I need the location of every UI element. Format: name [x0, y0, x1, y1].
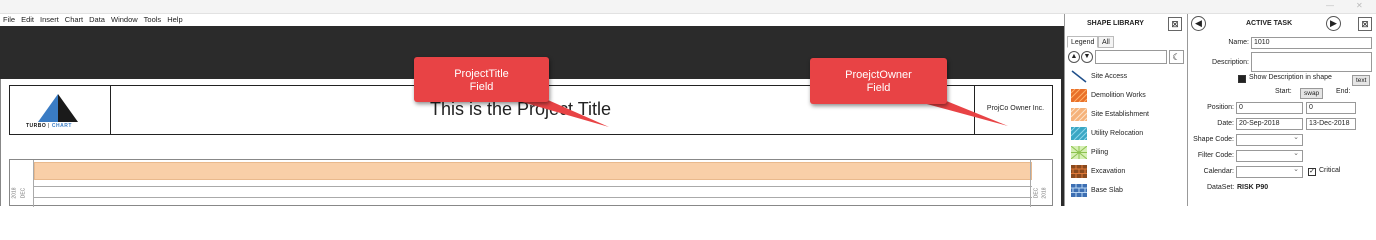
- menu-insert[interactable]: Insert: [37, 14, 62, 26]
- menu-data[interactable]: Data: [86, 14, 108, 26]
- logo-text: TURBO | CHART: [26, 123, 72, 129]
- shape-item-site-access[interactable]: Site Access: [1071, 69, 1185, 85]
- position-start-input[interactable]: 0: [1236, 102, 1303, 114]
- description-label: Description:: [1212, 59, 1249, 66]
- shape-item-site-establishment[interactable]: Site Establishment: [1071, 107, 1185, 123]
- gantt-area: 2018 DEC DEC 2018: [9, 159, 1053, 207]
- next-task-icon[interactable]: ▶: [1326, 16, 1341, 31]
- tab-all[interactable]: All: [1098, 36, 1114, 48]
- show-description-label: Show Description in shape: [1249, 74, 1332, 81]
- swap-button[interactable]: swap: [1300, 88, 1324, 99]
- shape-item-excavation[interactable]: Excavation: [1071, 164, 1185, 180]
- menu-chart[interactable]: Chart: [62, 14, 86, 26]
- project-owner-callout: ProejctOwner Field: [810, 58, 947, 104]
- up-arrow-icon[interactable]: ▲: [1068, 51, 1080, 63]
- end-label: End:: [1336, 88, 1351, 95]
- shape-library-title: SHAPE LIBRARY: [1087, 20, 1144, 27]
- moon-icon[interactable]: ☾: [1169, 50, 1184, 64]
- line-icon: [1071, 70, 1087, 83]
- project-owner-field[interactable]: ProjCo Owner Inc.: [978, 105, 1053, 112]
- menu-edit[interactable]: Edit: [18, 14, 37, 26]
- filter-code-select[interactable]: [1236, 149, 1303, 162]
- minimize-icon[interactable]: —: [1326, 1, 1334, 10]
- timescale-left: 2018 DEC: [10, 160, 34, 207]
- active-task-title: ACTIVE TASK: [1246, 20, 1293, 27]
- divider: [110, 86, 111, 134]
- orange-hatch-icon: [1071, 89, 1087, 102]
- filter-code-label: Filter Code:: [1197, 152, 1234, 159]
- blue-brick-icon: [1071, 184, 1087, 197]
- position-end-input[interactable]: 0: [1306, 102, 1356, 114]
- critical-label: Critical: [1319, 167, 1341, 174]
- grid-line: [34, 186, 1032, 187]
- name-input[interactable]: 1010: [1251, 37, 1372, 49]
- calendar-label: Calendar:: [1203, 168, 1234, 175]
- project-title-callout: ProjectTitle Field: [414, 57, 549, 102]
- menu-bar: File Edit Insert Chart Data Window Tools Help: [0, 14, 1064, 26]
- tab-legend[interactable]: Legend: [1067, 36, 1099, 48]
- timescale-right: DEC 2018: [1030, 160, 1052, 207]
- date-label: Date:: [1217, 120, 1234, 127]
- teal-hatch-icon: [1071, 127, 1087, 140]
- previous-task-icon[interactable]: ◀: [1191, 16, 1206, 31]
- start-label: Start:: [1275, 88, 1292, 95]
- shape-code-select[interactable]: [1236, 133, 1303, 146]
- timescale-band: [34, 162, 1032, 180]
- text-button[interactable]: text: [1352, 75, 1371, 86]
- critical-checkbox[interactable]: ✓: [1308, 168, 1316, 176]
- menu-tools[interactable]: Tools: [141, 14, 165, 26]
- shape-item-piling[interactable]: Piling: [1071, 145, 1185, 161]
- down-arrow-icon[interactable]: ▼: [1081, 51, 1093, 63]
- date-end-input[interactable]: 13-Dec-2018: [1306, 118, 1356, 130]
- close-window-icon[interactable]: ✕: [1356, 1, 1363, 10]
- shape-code-label: Shape Code:: [1193, 136, 1234, 143]
- dataset-value: RISK P90: [1237, 184, 1269, 191]
- calendar-select[interactable]: [1236, 165, 1303, 178]
- shape-item-base-slab[interactable]: Base Slab: [1071, 183, 1185, 199]
- green-check-icon: [1071, 146, 1087, 159]
- show-description-checkbox[interactable]: [1238, 75, 1246, 83]
- divider: [974, 86, 975, 134]
- project-title-field[interactable]: This is the Project Title: [430, 99, 611, 120]
- name-label: Name:: [1228, 39, 1249, 46]
- menu-help[interactable]: Help: [164, 14, 185, 26]
- dataset-label: DataSet:: [1207, 184, 1235, 191]
- position-label: Position:: [1207, 104, 1234, 111]
- date-start-input[interactable]: 20-Sep-2018: [1236, 118, 1303, 130]
- peach-hatch-icon: [1071, 108, 1087, 121]
- description-input[interactable]: [1251, 52, 1372, 72]
- shape-filter-input[interactable]: [1095, 50, 1167, 64]
- brown-brick-icon: [1071, 165, 1087, 178]
- menu-window[interactable]: Window: [108, 14, 141, 26]
- shape-item-utility-relocation[interactable]: Utility Relocation: [1071, 126, 1185, 142]
- grid-line: [34, 197, 1032, 198]
- title-bar: — ✕: [0, 0, 1376, 14]
- shape-library-panel: SHAPE LIBRARY ⊠ Legend All ▲ ▼ ☾ Site Ac…: [1064, 14, 1187, 206]
- close-panel-icon[interactable]: ⊠: [1168, 17, 1182, 31]
- active-task-panel: ◀ ACTIVE TASK ▶ ⊠ Name: 1010 Description…: [1187, 14, 1376, 206]
- close-panel-icon[interactable]: ⊠: [1358, 17, 1372, 31]
- menu-file[interactable]: File: [0, 14, 18, 26]
- shape-item-demolition-works[interactable]: Demolition Works: [1071, 88, 1185, 104]
